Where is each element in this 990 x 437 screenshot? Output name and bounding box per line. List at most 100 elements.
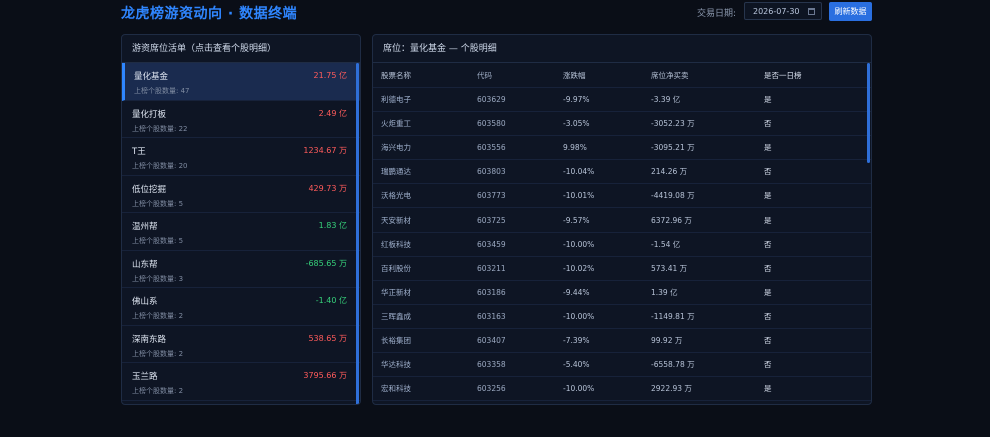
stock-net-buy: 2922.93 万 <box>651 384 692 394</box>
stock-name: 百利股份 <box>381 263 411 273</box>
stock-flag: 否 <box>764 119 772 129</box>
list-item[interactable]: 山东帮 上榜个股数量: 3 -685.65 万 <box>122 251 360 288</box>
seat-stock-count: 上榜个股数量: 2 <box>132 387 184 395</box>
stock-code: 603163 <box>477 311 506 321</box>
stock-net-buy: -4419.08 万 <box>651 191 695 201</box>
seat-net-amount: 2.49 亿 <box>318 108 347 118</box>
date-value: 2026-07-30 <box>753 7 800 16</box>
list-item[interactable]: 佛山系 上榜个股数量: 2 -1.40 亿 <box>122 288 360 326</box>
table-scroll-thumb[interactable] <box>867 63 870 163</box>
top-bar: 龙虎榜游资动向 · 数据终端 交易日期: 2026-07-30 刷新数据 <box>0 0 990 26</box>
col-header-name[interactable]: 股票名称 <box>373 70 469 81</box>
stock-code: 603358 <box>477 360 506 370</box>
table-row[interactable]: 海兴电力 603556 9.98% -3095.21 万 是 <box>373 136 871 161</box>
seat-list-scroll-thumb[interactable] <box>356 63 359 404</box>
stock-flag: 是 <box>764 215 772 225</box>
stock-code: 603186 <box>477 287 506 297</box>
seat-stock-count: 上榜个股数量: 22 <box>132 124 188 133</box>
table-row[interactable]: 利德电子 603629 -9.97% -3.39 亿 是 <box>373 88 871 113</box>
stock-change: 9.98% <box>563 143 587 153</box>
table-row[interactable]: 华达科技 603358 -5.40% -6558.78 万 否 <box>373 353 871 378</box>
seat-stock-count: 上榜个股数量: 2 <box>132 349 184 358</box>
table-row[interactable]: 宏和科技 603256 -10.00% 2922.93 万 是 <box>373 377 871 402</box>
table-row[interactable]: 沃格光电 603773 -10.01% -4419.08 万 是 <box>373 184 871 209</box>
seat-stock-count: 上榜个股数量: 5 <box>132 237 184 245</box>
col-header-code[interactable]: 代码 <box>469 70 555 81</box>
date-picker[interactable]: 2026-07-30 <box>744 2 822 20</box>
table-row[interactable]: 长裕集团 603407 -7.39% 99.92 万 否 <box>373 329 871 354</box>
stock-change: -10.00% <box>563 311 595 321</box>
table-scrollbar[interactable] <box>867 63 871 404</box>
list-item[interactable]: 深南东路 上榜个股数量: 2 538.65 万 <box>122 326 360 363</box>
stock-code: 603556 <box>477 143 506 153</box>
table-row[interactable]: 三晖鑫成 603163 -10.00% -1149.81 万 否 <box>373 305 871 329</box>
stock-detail-table: 股票名称 代码 涨跌幅 席位净买卖 是否一日榜 利德电子 603629 -9.97%… <box>373 63 871 402</box>
stock-net-buy: -1149.81 万 <box>651 311 695 321</box>
list-item[interactable]: 量化打板 上榜个股数量: 22 2.49 亿 <box>122 101 360 138</box>
seat-list-scrollbar[interactable] <box>356 63 360 404</box>
stock-flag: 是 <box>764 95 772 105</box>
stock-code: 603725 <box>477 215 506 225</box>
app-title: 龙虎榜游资动向 · 数据终端 <box>121 6 298 22</box>
stock-change: -10.00% <box>563 239 595 249</box>
seat-net-amount: 21.75 亿 <box>313 71 347 80</box>
date-label: 交易日期: <box>697 9 737 19</box>
stock-change: -3.05% <box>563 119 590 129</box>
seat-list-title: 游资席位活单（点击查看个股明细） <box>122 35 360 63</box>
stock-net-buy: -3095.21 万 <box>651 143 695 153</box>
stock-net-buy: 6372.96 万 <box>651 215 692 225</box>
stock-code: 603803 <box>477 167 506 177</box>
col-header-change[interactable]: 涨跌幅 <box>555 70 643 81</box>
list-item[interactable]: 量化基金 上榜个股数量: 47 21.75 亿 <box>122 63 360 101</box>
stock-net-buy: 573.41 万 <box>651 263 688 273</box>
stock-name: 红板科技 <box>381 239 411 249</box>
stock-code: 603211 <box>477 263 506 273</box>
stock-change: -10.04% <box>563 167 595 177</box>
stock-name: 天安新材 <box>381 215 411 225</box>
stock-detail-title: 席位：量化基金 — 个股明细 <box>373 35 871 63</box>
stock-flag: 是 <box>764 143 772 153</box>
calendar-icon[interactable] <box>808 8 815 15</box>
stock-name: 沃格光电 <box>381 191 411 201</box>
table-row[interactable]: 华正新材 603186 -9.44% 1.39 亿 是 <box>373 281 871 305</box>
table-row[interactable]: 红板科技 603459 -10.00% -1.54 亿 否 <box>373 233 871 257</box>
refresh-button[interactable]: 刷新数据 <box>829 2 872 21</box>
table-row[interactable]: 百利股份 603211 -10.02% 573.41 万 否 <box>373 257 871 281</box>
col-header-flag[interactable]: 是否一日榜 <box>756 70 856 81</box>
stock-flag: 是 <box>764 384 772 394</box>
stock-net-buy: 1.39 亿 <box>651 287 678 297</box>
stock-change: -10.01% <box>563 191 595 201</box>
list-item[interactable]: 温州帮 上榜个股数量: 5 1.83 亿 <box>122 213 360 251</box>
seat-stock-count: 上榜个股数量: 47 <box>134 87 190 95</box>
stock-name: 长裕集团 <box>381 335 411 345</box>
list-item[interactable]: 玉兰路 上榜个股数量: 2 3795.66 万 <box>122 363 360 401</box>
list-item[interactable]: T王 上榜个股数量: 20 1234.67 万 <box>122 138 360 176</box>
stock-flag: 否 <box>764 263 772 273</box>
table-header: 股票名称 代码 涨跌幅 席位净买卖 是否一日榜 <box>373 63 871 88</box>
stock-name: 瑞鹏通达 <box>381 167 411 177</box>
table-row[interactable]: 天安新材 603725 -9.57% 6372.96 万 是 <box>373 208 871 233</box>
stock-code: 603256 <box>477 384 506 394</box>
stock-code: 603459 <box>477 239 506 249</box>
col-header-net[interactable]: 席位净买卖 <box>643 70 756 81</box>
seat-net-amount: 429.73 万 <box>308 183 347 193</box>
stock-net-buy: -3052.23 万 <box>651 119 695 129</box>
stock-name: 火炬重工 <box>381 119 411 129</box>
stock-flag: 否 <box>764 335 772 345</box>
stock-net-buy: -6558.78 万 <box>651 360 695 370</box>
stock-change: -10.02% <box>563 263 595 273</box>
seat-stock-count: 上榜个股数量: 20 <box>132 162 188 170</box>
stock-change: -9.44% <box>563 287 590 297</box>
stock-change: -7.39% <box>563 335 590 345</box>
stock-change: -9.97% <box>563 95 590 105</box>
seat-net-amount: 538.65 万 <box>308 333 347 343</box>
stock-detail-panel: 席位：量化基金 — 个股明细 股票名称 代码 涨跌幅 席位净买卖 是否一日榜 利… <box>372 34 872 405</box>
seat-stock-count: 上榜个股数量: 3 <box>132 274 184 283</box>
list-item[interactable]: 低位挖掘 上榜个股数量: 5 429.73 万 <box>122 176 360 213</box>
stock-name: 华正新材 <box>381 287 411 297</box>
seat-list[interactable]: 量化基金 上榜个股数量: 47 21.75 亿量化打板 上榜个股数量: 22 2.49 … <box>122 63 360 404</box>
stock-flag: 否 <box>764 239 772 249</box>
stock-code: 603580 <box>477 119 506 129</box>
table-row[interactable]: 瑞鹏通达 603803 -10.04% 214.26 万 否 <box>373 160 871 185</box>
table-row[interactable]: 火炬重工 603580 -3.05% -3052.23 万 否 <box>373 112 871 137</box>
